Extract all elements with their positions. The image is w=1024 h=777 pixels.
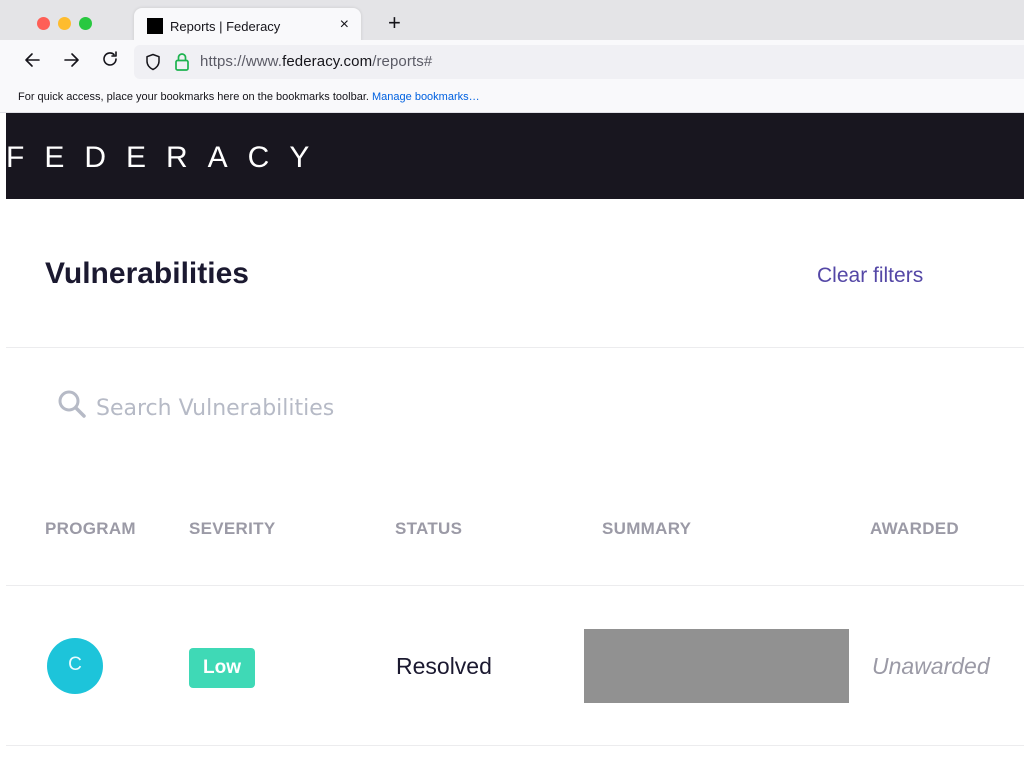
brand-header: FEDERACY (6, 113, 1024, 199)
column-header-awarded[interactable]: AWARDED (870, 519, 959, 539)
severity-label: Low (203, 657, 241, 678)
maximize-window-button[interactable] (79, 17, 92, 30)
awarded-text: Unawarded (872, 653, 990, 679)
status-text: Resolved (396, 653, 492, 679)
column-header-program[interactable]: PROGRAM (45, 519, 136, 539)
program-avatar[interactable]: C (47, 638, 103, 694)
back-arrow-icon[interactable] (23, 50, 43, 76)
tab-title: Reports | Federacy (170, 19, 281, 34)
clear-filters-link[interactable]: Clear filters (817, 264, 923, 288)
search-icon (57, 389, 87, 424)
favicon-icon (147, 18, 163, 34)
shield-icon[interactable] (144, 53, 162, 76)
navigation-bar: https://www.federacy.com/reports# (0, 40, 1024, 84)
severity-badge: Low (189, 648, 255, 688)
page-title: Vulnerabilities (45, 257, 249, 290)
program-initial: C (68, 654, 82, 675)
search-input[interactable] (96, 392, 596, 424)
divider (6, 347, 1024, 348)
close-tab-icon[interactable]: × (340, 16, 349, 34)
summary-redacted-block[interactable] (584, 629, 849, 703)
minimize-window-button[interactable] (58, 17, 71, 30)
bookmarks-toolbar: For quick access, place your bookmarks h… (0, 84, 1024, 113)
column-header-severity[interactable]: SEVERITY (189, 519, 275, 539)
lock-icon[interactable] (174, 52, 190, 77)
forward-arrow-icon[interactable] (61, 50, 81, 76)
reload-icon[interactable] (100, 49, 120, 75)
divider (6, 585, 1024, 586)
url-prefix: https://www. (200, 53, 283, 70)
bookmarks-message: For quick access, place your bookmarks h… (18, 91, 369, 103)
column-header-summary[interactable]: SUMMARY (602, 519, 691, 539)
browser-tab[interactable]: Reports | Federacy × (134, 8, 361, 44)
tab-strip: Reports | Federacy × + (0, 0, 1024, 44)
url-text: https://www.federacy.com/reports# (200, 53, 432, 70)
column-header-status[interactable]: STATUS (395, 519, 462, 539)
divider (6, 745, 1024, 746)
close-window-button[interactable] (37, 17, 50, 30)
page-content: FEDERACY Vulnerabilities Clear filters P… (6, 113, 1024, 777)
bookmarks-hint: For quick access, place your bookmarks h… (18, 91, 480, 103)
url-domain: federacy.com (282, 53, 373, 70)
brand-logo[interactable]: FEDERACY (6, 141, 329, 175)
manage-bookmarks-link[interactable]: Manage bookmarks… (372, 91, 480, 103)
address-bar[interactable]: https://www.federacy.com/reports# (134, 45, 1024, 79)
new-tab-button[interactable]: + (388, 10, 401, 36)
url-path: /reports# (372, 53, 433, 70)
